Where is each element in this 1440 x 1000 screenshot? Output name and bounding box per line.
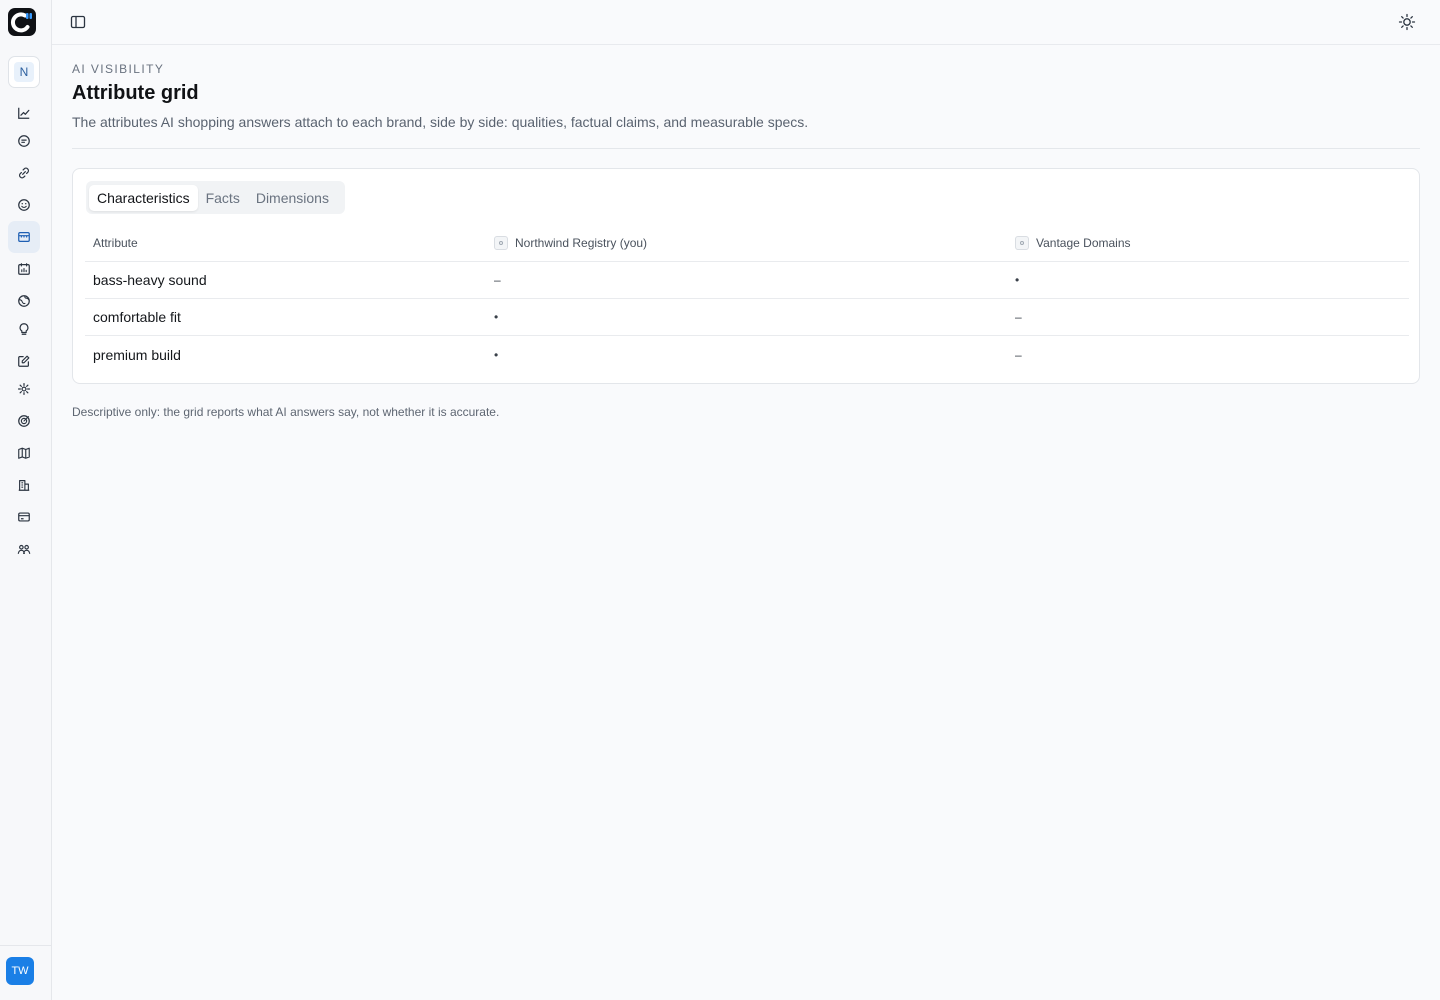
attribute-name: comfortable fit	[93, 309, 181, 325]
table-row: bass-heavy sound – •	[85, 262, 1409, 299]
nav-item-reports[interactable]	[8, 253, 40, 285]
sidebar-toggle-button[interactable]	[70, 14, 86, 30]
edit-note-icon	[18, 355, 30, 367]
tab-characteristics[interactable]: Characteristics	[89, 184, 198, 211]
smiley-icon	[18, 199, 30, 211]
grid-footnote: Descriptive only: the grid reports what …	[72, 405, 500, 419]
attribute-name: premium build	[93, 346, 181, 363]
nav-item-links[interactable]	[8, 157, 40, 189]
trend-chart-icon	[18, 107, 30, 119]
sidebar: N TW	[0, 0, 52, 1000]
column-header-northwind: Northwind Registry (you)	[494, 225, 647, 261]
storefront-icon	[18, 232, 30, 242]
user-avatar[interactable]: TW	[6, 957, 34, 985]
credit-card-icon	[18, 512, 30, 522]
vantage-mark: •	[1015, 273, 1020, 287]
calendar-chart-icon	[18, 263, 30, 275]
globe-icon	[18, 295, 30, 307]
northwind-mark: –	[494, 273, 501, 287]
nav-item-billing[interactable]	[8, 501, 40, 533]
theme-toggle-button[interactable]	[1398, 13, 1416, 31]
brand-favicon-icon	[1015, 236, 1029, 250]
tab-dimensions[interactable]: Dimensions	[248, 185, 337, 211]
northwind-mark: •	[494, 310, 499, 324]
page-subtitle: The attributes AI shopping answers attac…	[72, 114, 809, 130]
nav-item-sentiment[interactable]	[8, 189, 40, 221]
attribute-name: bass-heavy sound	[93, 272, 207, 288]
brand-favicon-icon	[494, 236, 508, 250]
nav-item-conversations[interactable]	[8, 125, 40, 157]
nav-item-insights[interactable]	[8, 313, 40, 345]
nav-item-team[interactable]	[8, 533, 40, 565]
link-icon	[19, 167, 29, 179]
workspace-initial: N	[14, 62, 34, 82]
sidebar-toggle-icon	[70, 15, 86, 29]
column-header-attribute: Attribute	[93, 236, 138, 250]
team-icon	[17, 544, 31, 554]
building-icon	[18, 480, 30, 491]
table-header-row: Attribute Northwind Registry (you) Vanta…	[85, 225, 1409, 262]
nav-item-companies[interactable]	[8, 469, 40, 501]
nav-item-goals[interactable]	[8, 405, 40, 437]
page-title: Attribute grid	[72, 82, 199, 104]
workspace-switcher[interactable]: N	[8, 56, 40, 88]
app-logo[interactable]	[8, 8, 36, 36]
nav-item-storefront[interactable]	[8, 221, 40, 253]
top-bar	[52, 0, 1440, 45]
nav-item-settings[interactable]	[8, 373, 40, 405]
lightbulb-icon	[19, 323, 29, 335]
table-row: comfortable fit • –	[85, 299, 1409, 336]
northwind-mark: •	[494, 347, 499, 362]
nav-item-map[interactable]	[8, 437, 40, 469]
map-icon	[18, 447, 30, 459]
section-eyebrow: AI VISIBILITY	[72, 62, 165, 76]
attribute-table: Attribute Northwind Registry (you) Vanta…	[85, 225, 1409, 373]
sun-icon	[1398, 13, 1416, 31]
tab-facts[interactable]: Facts	[198, 185, 248, 211]
vantage-mark: –	[1015, 347, 1022, 362]
header-divider	[72, 148, 1420, 149]
target-icon	[18, 415, 30, 427]
sidebar-divider	[0, 945, 52, 946]
column-header-vantage-label: Vantage Domains	[1036, 236, 1131, 250]
logo-mark-icon	[10, 12, 32, 33]
attribute-grid-card: Characteristics Facts Dimensions Attribu…	[72, 168, 1420, 384]
column-header-northwind-label: Northwind Registry (you)	[515, 236, 648, 250]
attribute-tabs: Characteristics Facts Dimensions	[86, 181, 345, 214]
settings-gear-icon	[17, 382, 31, 396]
column-header-vantage: Vantage Domains	[1015, 225, 1131, 261]
chat-bubble-icon	[18, 135, 30, 147]
vantage-mark: –	[1015, 310, 1022, 324]
table-row: premium build • –	[85, 336, 1409, 373]
